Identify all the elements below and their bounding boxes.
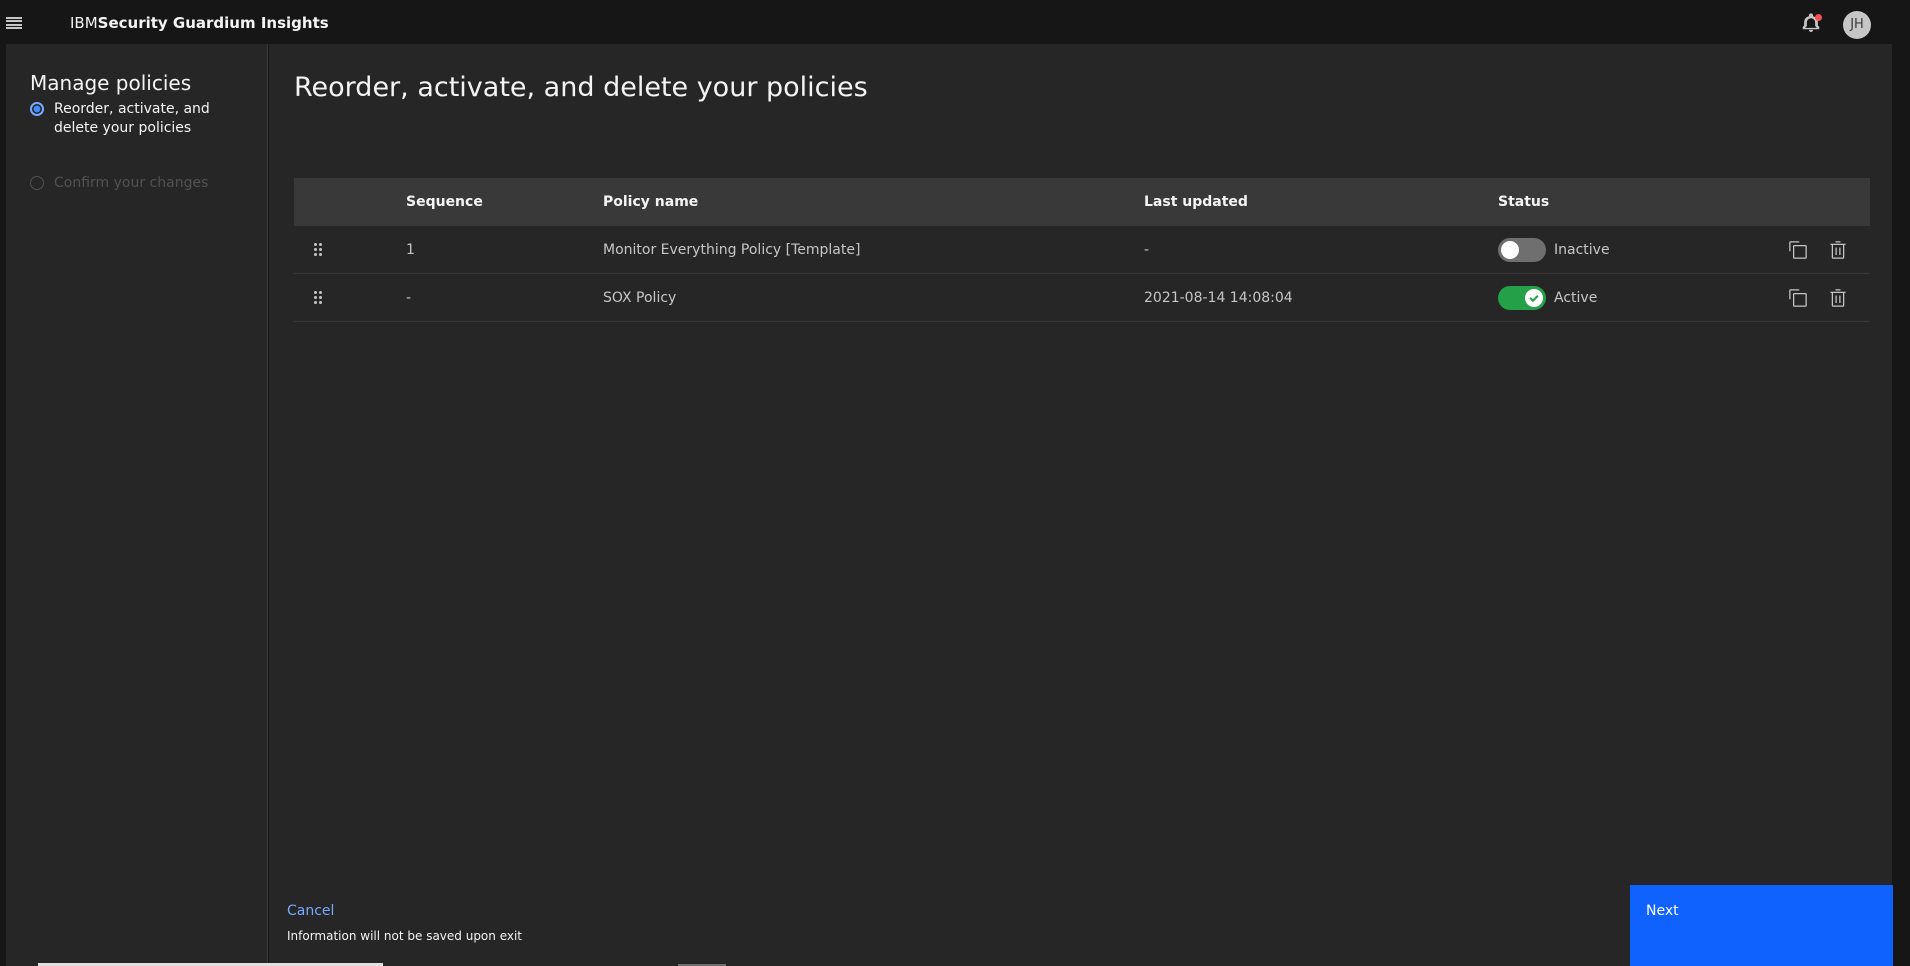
status-label: Inactive: [1554, 242, 1610, 258]
toggle-knob: [1525, 289, 1543, 307]
copy-icon-svg: [1789, 241, 1807, 259]
last-updated-cell: 2021-08-14 14:08:04: [1144, 290, 1293, 306]
step-incomplete-icon: [30, 176, 44, 190]
progress-step-confirm[interactable]: Confirm your changes: [30, 174, 250, 193]
sequence-cell: -: [406, 290, 412, 306]
trash-icon-svg: [1830, 289, 1846, 307]
brand-ibm: IBM: [70, 14, 98, 32]
side-panel-title: Manage policies: [30, 71, 192, 95]
progress-side-panel: Manage policies Reorder, activate, and d…: [6, 44, 268, 966]
table-header: Sequence Policy name Last updated Status: [294, 178, 1870, 226]
trash-icon-svg: [1830, 241, 1846, 259]
last-updated-cell: -: [1144, 242, 1150, 258]
column-header-status[interactable]: Status: [1498, 178, 1549, 226]
cancel-link[interactable]: Cancel: [287, 903, 334, 919]
drag-handle-icon[interactable]: [314, 291, 322, 304]
toggle-knob: [1501, 241, 1519, 259]
column-header-policy-name[interactable]: Policy name: [603, 178, 698, 226]
step-current-icon: [30, 102, 44, 116]
exit-warning-note: Information will not be saved upon exit: [287, 929, 523, 943]
column-header-last-updated[interactable]: Last updated: [1144, 178, 1248, 226]
status-toggle[interactable]: [1498, 238, 1546, 262]
notification-dot: [1815, 14, 1822, 21]
trash-icon[interactable]: [1828, 240, 1848, 260]
page-title: Reorder, activate, and delete your polic…: [294, 72, 868, 103]
policies-table: Sequence Policy name Last updated Status…: [294, 178, 1870, 322]
bell-icon[interactable]: [1800, 12, 1822, 34]
copy-icon-svg: [1789, 289, 1807, 307]
trash-icon[interactable]: [1828, 288, 1848, 308]
next-button-label: Next: [1646, 903, 1679, 919]
sequence-cell: 1: [406, 242, 415, 258]
status-toggle[interactable]: [1498, 286, 1546, 310]
user-avatar[interactable]: JH: [1843, 11, 1871, 39]
column-header-sequence[interactable]: Sequence: [406, 178, 483, 226]
copy-icon[interactable]: [1788, 240, 1808, 260]
hamburger-menu-icon[interactable]: [6, 17, 22, 29]
table-row: 1 Monitor Everything Policy [Template] -…: [294, 226, 1870, 274]
table-row: - SOX Policy 2021-08-14 14:08:04 Active: [294, 274, 1870, 322]
progress-step-reorder[interactable]: Reorder, activate, and delete your polic…: [30, 100, 250, 138]
right-edge-gap: [1892, 44, 1910, 966]
policy-name-cell: Monitor Everything Policy [Template]: [603, 242, 861, 258]
policy-name-cell: SOX Policy: [603, 290, 677, 306]
progress-step-label: Reorder, activate, and delete your polic…: [54, 101, 210, 136]
drag-handle-icon[interactable]: [314, 243, 322, 256]
main-content: Reorder, activate, and delete your polic…: [269, 44, 1892, 966]
top-header: IBMSecurity Guardium Insights JH: [0, 0, 1910, 46]
next-button[interactable]: Next: [1630, 885, 1893, 966]
brand-name[interactable]: IBMSecurity Guardium Insights: [70, 14, 329, 32]
brand-product: Security Guardium Insights: [97, 14, 329, 32]
copy-icon[interactable]: [1788, 288, 1808, 308]
progress-step-label: Confirm your changes: [54, 175, 209, 191]
status-label: Active: [1554, 290, 1598, 306]
